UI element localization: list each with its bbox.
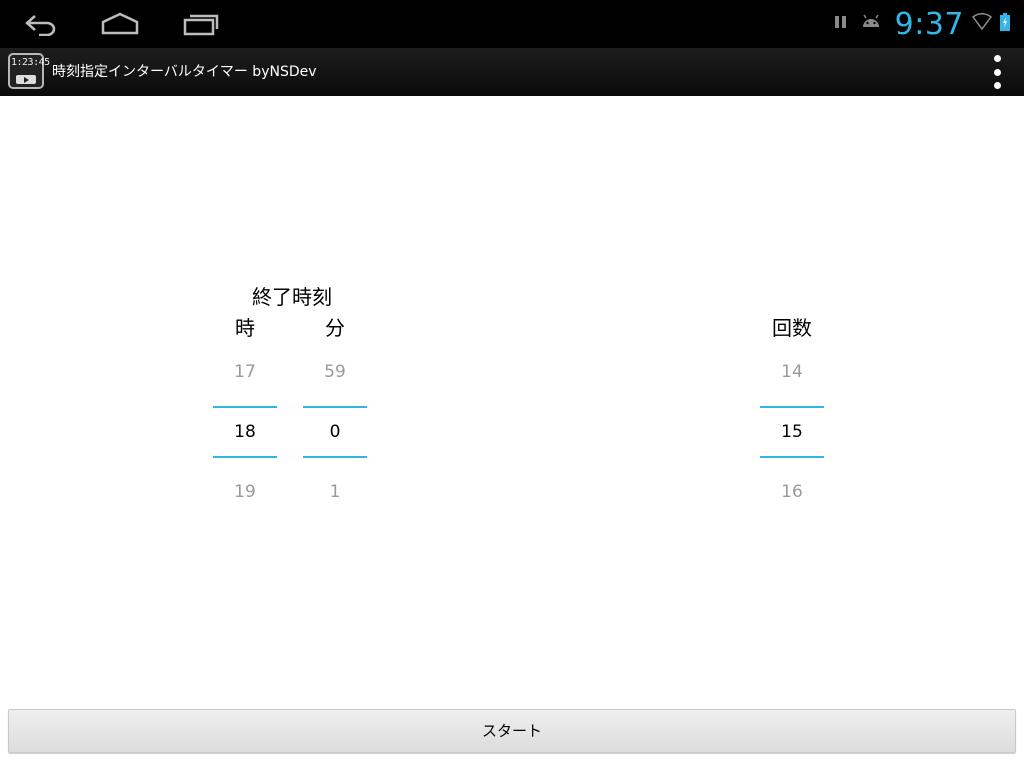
battery-charging-icon bbox=[1000, 13, 1010, 35]
count-picker-top-divider bbox=[760, 406, 824, 408]
play-icon bbox=[16, 75, 36, 84]
minute-next-value[interactable]: 1 bbox=[303, 472, 367, 512]
start-button[interactable]: スタート bbox=[8, 709, 1016, 753]
pause-icon bbox=[833, 14, 849, 34]
count-picker-bottom-divider bbox=[760, 456, 824, 458]
home-icon[interactable] bbox=[100, 6, 140, 42]
action-bar: 1:23:45 時刻指定インターバルタイマー byNSDev bbox=[0, 48, 1024, 96]
hour-prev-value[interactable]: 17 bbox=[213, 352, 277, 392]
minute-current-value[interactable]: 0 bbox=[303, 412, 367, 452]
overflow-menu-icon[interactable] bbox=[988, 55, 1006, 89]
status-area: 9:37 bbox=[833, 0, 1010, 48]
recent-apps-icon[interactable] bbox=[182, 6, 220, 42]
back-icon[interactable] bbox=[22, 6, 60, 42]
minute-prev-value[interactable]: 59 bbox=[303, 352, 367, 392]
hour-picker-top-divider bbox=[213, 406, 277, 408]
android-debug-icon bbox=[861, 14, 881, 34]
app-icon[interactable]: 1:23:45 bbox=[8, 53, 50, 89]
system-bar: 9:37 bbox=[0, 0, 1024, 48]
count-prev-value[interactable]: 14 bbox=[760, 352, 824, 392]
hour-current-value[interactable]: 18 bbox=[213, 412, 277, 452]
hour-next-value[interactable]: 19 bbox=[213, 472, 277, 512]
app-icon-digits: 1:23:45 bbox=[11, 57, 50, 68]
wifi-icon bbox=[971, 13, 993, 35]
hour-picker-bottom-divider bbox=[213, 456, 277, 458]
end-time-title: 終了時刻 bbox=[252, 285, 332, 309]
count-next-value[interactable]: 16 bbox=[760, 472, 824, 512]
count-label: 回数 bbox=[772, 316, 812, 340]
hour-label: 時 bbox=[235, 316, 255, 340]
minute-label: 分 bbox=[325, 316, 345, 340]
app-title: 時刻指定インターバルタイマー byNSDev bbox=[52, 64, 317, 80]
minute-picker-top-divider bbox=[303, 406, 367, 408]
count-current-value[interactable]: 15 bbox=[760, 412, 824, 452]
minute-picker-bottom-divider bbox=[303, 456, 367, 458]
clock: 9:37 bbox=[894, 6, 964, 42]
